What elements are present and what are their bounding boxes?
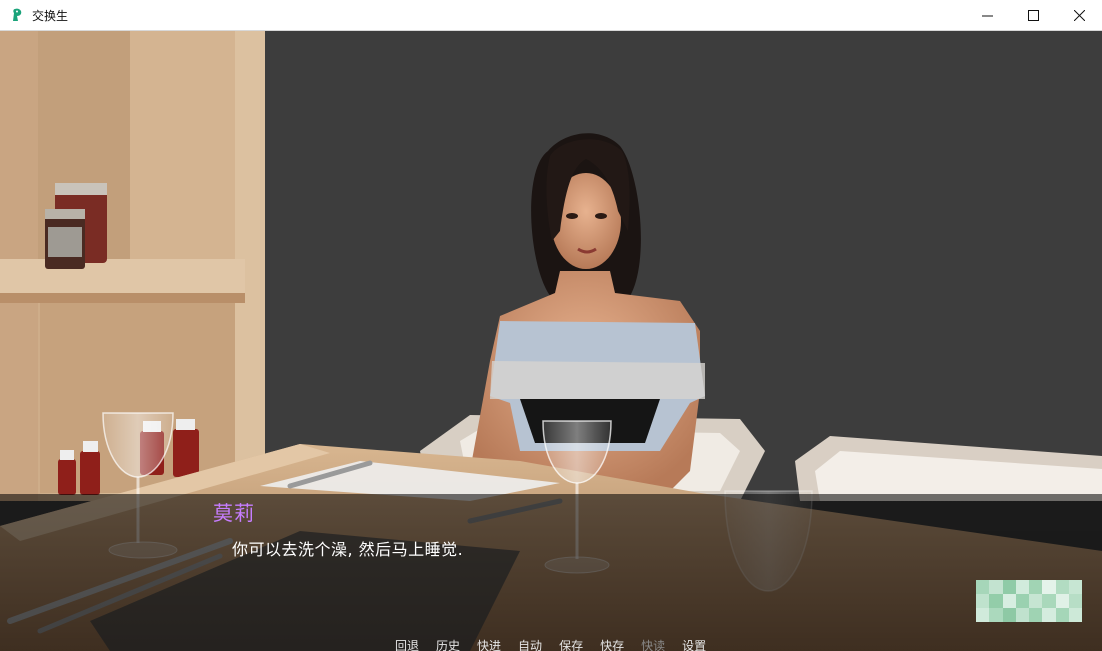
window-title: 交换生: [32, 8, 69, 23]
maximize-button[interactable]: [1010, 0, 1056, 31]
quick-menu-save[interactable]: 保存: [559, 637, 583, 651]
minimize-button[interactable]: [964, 0, 1010, 31]
speaker-name: 莫莉: [213, 501, 255, 525]
side-image-thumbnail: [976, 580, 1082, 622]
quick-menu-quick-load[interactable]: 快读: [641, 637, 665, 651]
quick-menu-skip[interactable]: 快进: [477, 637, 501, 651]
window-title-bar[interactable]: 交换生: [0, 0, 1102, 31]
close-button[interactable]: [1056, 0, 1102, 31]
quick-menu-history[interactable]: 历史: [436, 637, 460, 651]
dialogue-box[interactable]: [0, 494, 1102, 651]
minimize-icon: [981, 15, 993, 17]
renpy-icon: [13, 8, 22, 21]
quick-menu-preferences[interactable]: 设置: [682, 637, 706, 651]
game-scene[interactable]: 莫莉 你可以去洗个澡, 然后马上睡觉. 回退 历史 快进 自动 保存 快存 快读…: [0, 31, 1102, 651]
quick-menu: 回退 历史 快进 自动 保存 快存 快读 设置: [395, 637, 723, 651]
close-icon: [1073, 10, 1085, 21]
maximize-icon: [1027, 10, 1039, 21]
quick-menu-quick-save[interactable]: 快存: [600, 637, 624, 651]
quick-menu-rollback[interactable]: 回退: [395, 637, 419, 651]
quick-menu-auto[interactable]: 自动: [518, 637, 542, 651]
dialogue-text: 你可以去洗个澡, 然后马上睡觉.: [232, 540, 464, 559]
